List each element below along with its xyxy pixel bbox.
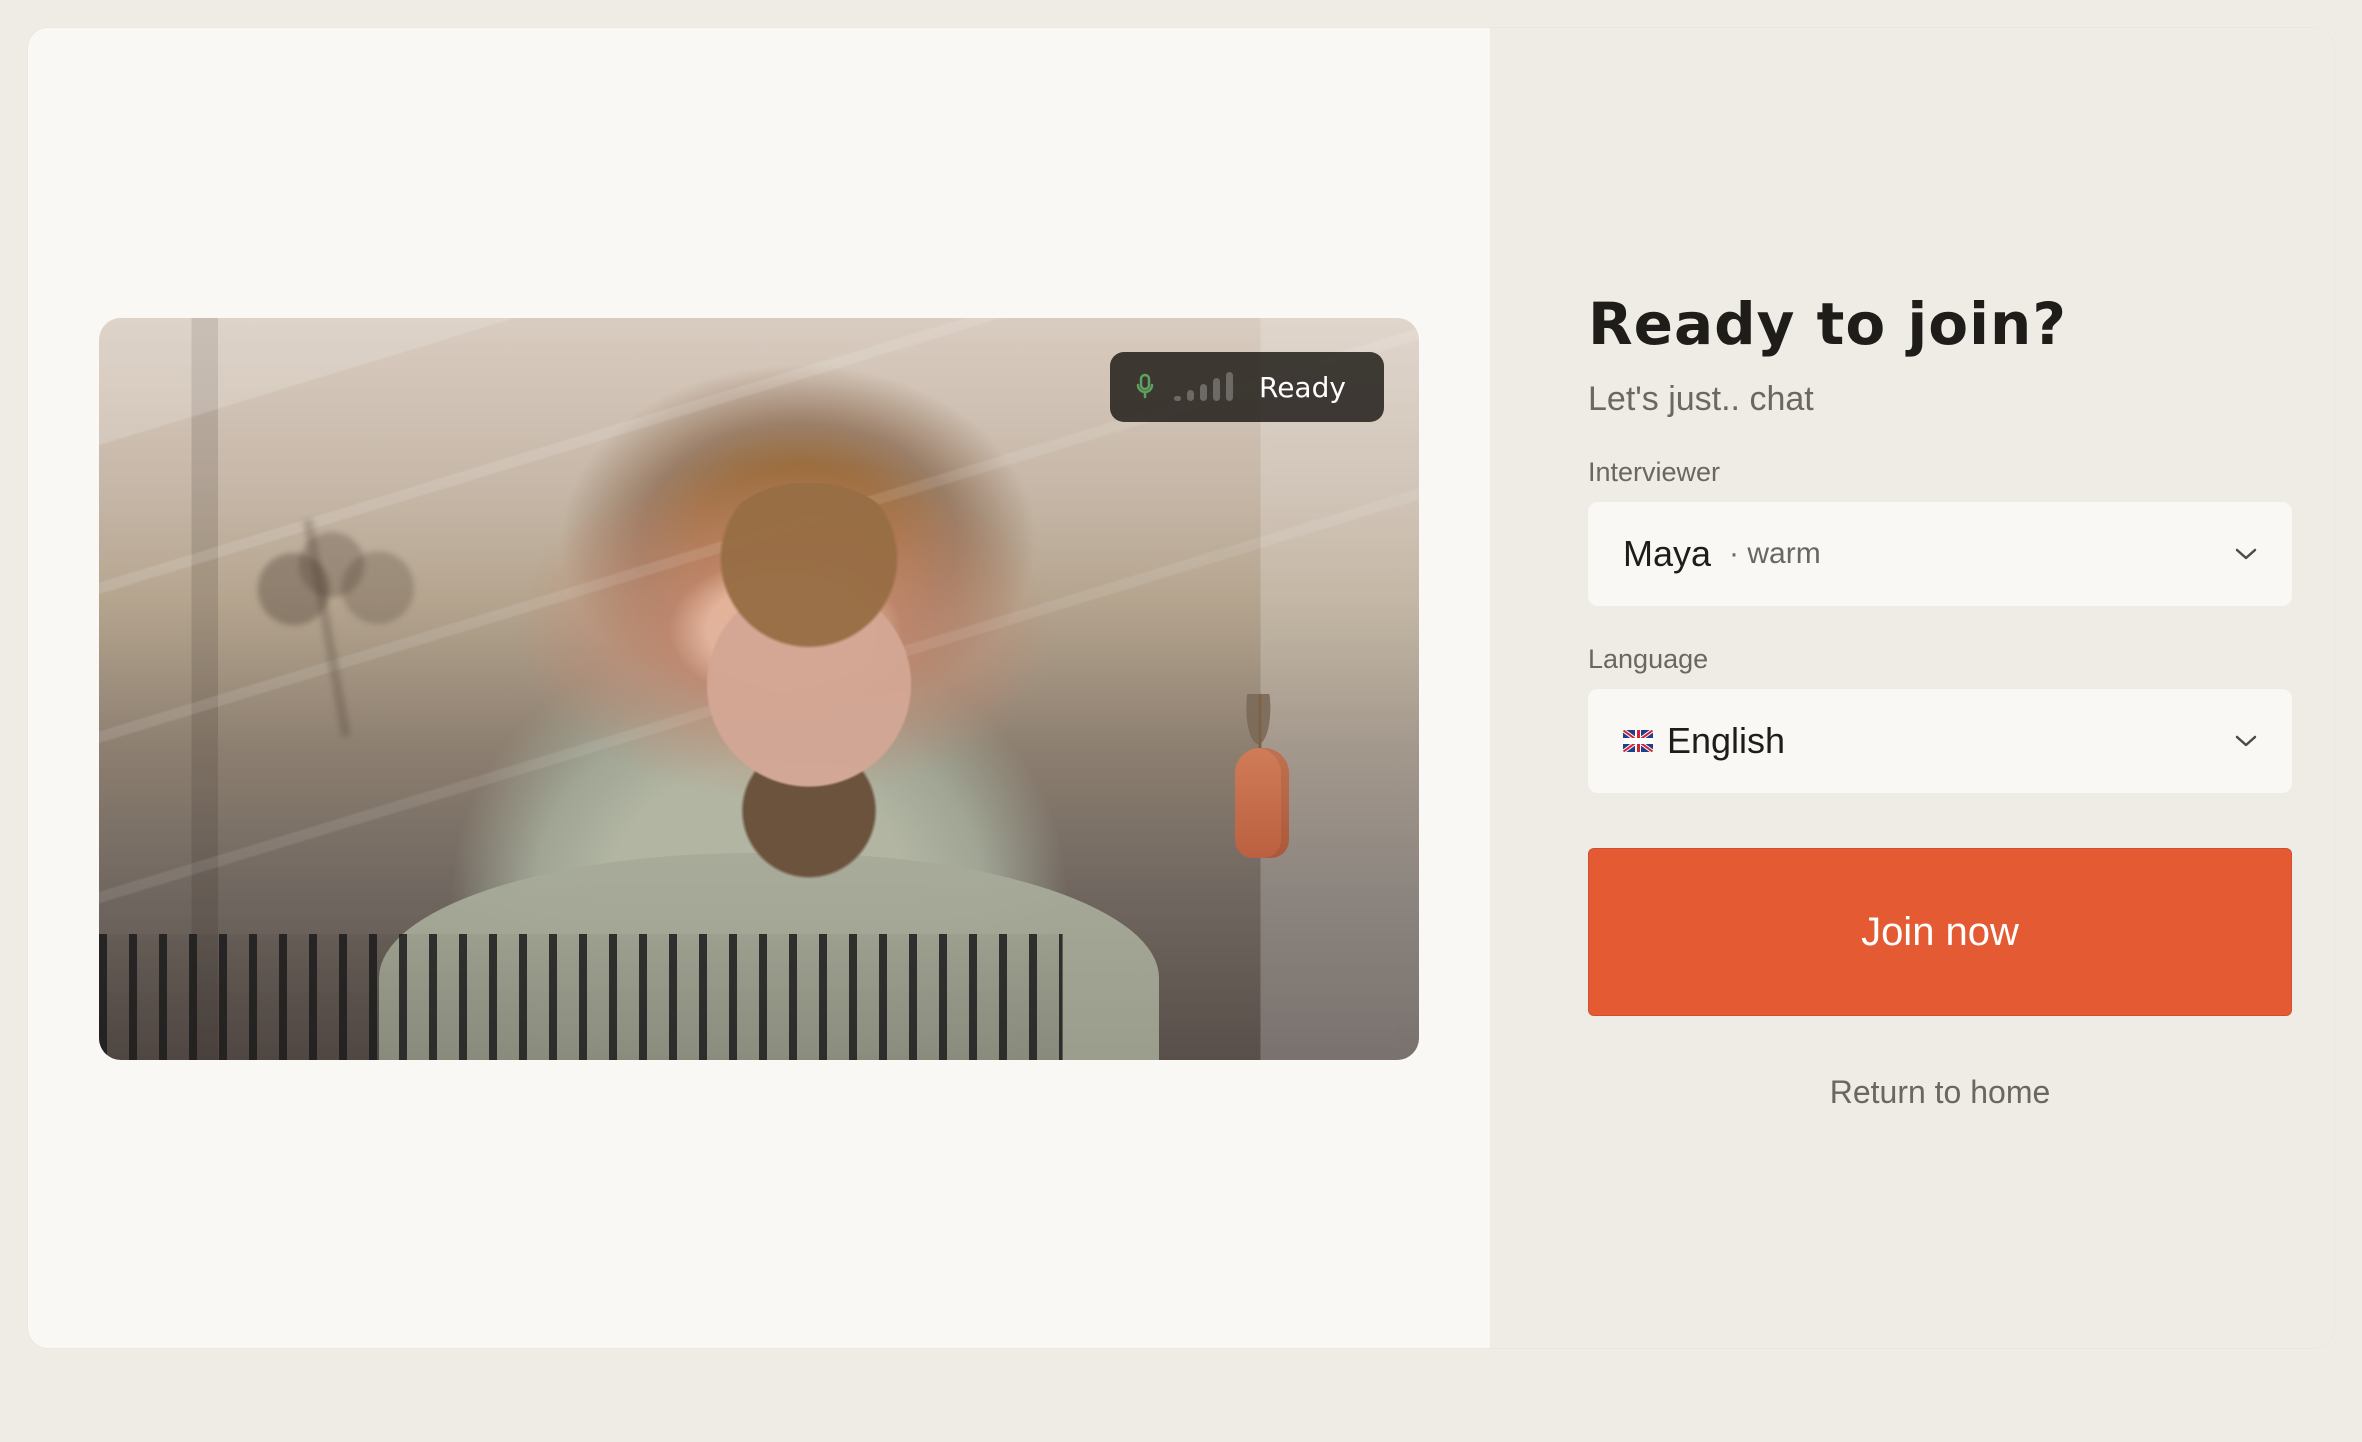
join-now-button[interactable]: Join now — [1588, 848, 2292, 1016]
interviewer-tone: · warm — [1729, 537, 1821, 570]
background-plant-shadow — [179, 497, 475, 759]
join-panel: Ready to join? Let's just.. chat Intervi… — [1490, 28, 2334, 1348]
language-label: Language — [1588, 644, 1709, 674]
audio-level-bar-1 — [1174, 396, 1181, 401]
page-title: Ready to join? — [1588, 290, 2067, 358]
interviewer-select[interactable]: Maya · warm — [1588, 502, 2292, 606]
microphone-icon — [1134, 373, 1156, 401]
chevron-down-icon — [2232, 545, 2260, 563]
return-home-link[interactable]: Return to home — [1588, 1074, 2292, 1111]
audio-level-bar-3 — [1200, 384, 1207, 401]
camera-preview: Ready — [99, 318, 1419, 1060]
person-head — [659, 483, 959, 903]
audio-level-bar-2 — [1187, 390, 1194, 401]
language-value: English — [1667, 720, 1786, 761]
language-select[interactable]: English — [1588, 689, 2292, 793]
status-text: Ready — [1259, 370, 1346, 404]
preview-area: Ready — [28, 28, 1490, 1348]
audio-level-bar-5 — [1226, 372, 1233, 401]
page-subtitle: Let's just.. chat — [1588, 380, 1814, 418]
ready-status-pill: Ready — [1110, 352, 1384, 422]
uk-flag-icon — [1623, 730, 1653, 752]
audio-level-bar-4 — [1213, 378, 1220, 401]
vase — [1235, 748, 1289, 858]
join-form: Ready to join? Let's just.. chat Intervi… — [1588, 290, 2292, 1111]
audio-level-meter — [1174, 372, 1233, 401]
interviewer-label: Interviewer — [1588, 457, 1721, 487]
interviewer-select-value: Maya · warm — [1623, 533, 1821, 575]
main-panel: Ready Ready to join? Let's just.. chat I… — [28, 28, 2334, 1348]
flag-cross-red-horizontal — [1623, 739, 1653, 743]
interviewer-name: Maya — [1623, 533, 1712, 574]
flag-cross-red-vertical — [1636, 730, 1640, 752]
chevron-down-icon — [2232, 732, 2260, 750]
language-select-value: English — [1623, 720, 1785, 762]
